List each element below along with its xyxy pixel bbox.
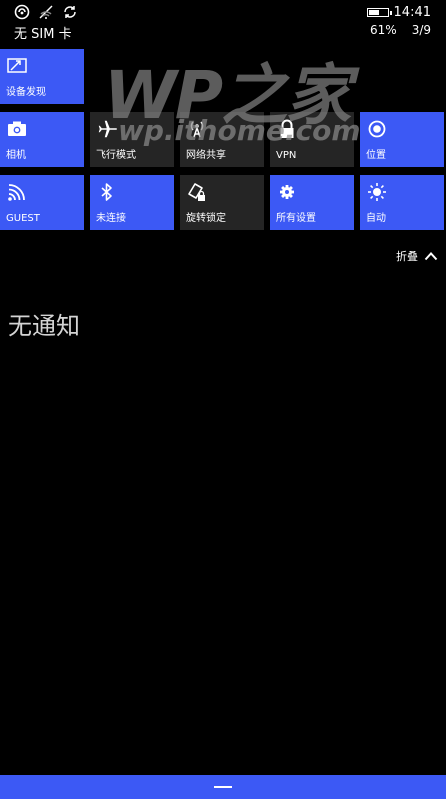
grip-icon [214, 786, 232, 788]
tile-label: VPN [276, 150, 297, 161]
clock: 14:41 [393, 5, 431, 20]
tile-wifi[interactable]: GUEST [0, 175, 84, 230]
rotation-lock-icon [186, 181, 208, 203]
tile-label: 位置 [366, 150, 386, 161]
tile-location[interactable]: 位置 [360, 112, 444, 167]
brightness-icon [366, 181, 388, 203]
hotspot-icon [186, 118, 208, 140]
project-screen-icon [6, 55, 28, 77]
bluetooth-icon [96, 181, 118, 203]
tile-internet-sharing[interactable]: 网络共享 [180, 112, 264, 167]
tile-all-settings[interactable]: 所有设置 [270, 175, 354, 230]
no-signal-icon [38, 4, 54, 20]
page-indicator: 3/9 [411, 23, 431, 37]
nfc-icon [14, 4, 30, 20]
tile-label: 所有设置 [276, 213, 316, 224]
carrier-label: 无 SIM 卡 [14, 27, 72, 42]
collapse-button[interactable]: 折叠 [396, 248, 438, 264]
battery-icon [367, 8, 392, 17]
location-icon [366, 118, 388, 140]
tile-label: 设备发现 [6, 87, 46, 98]
no-notifications-text: 无通知 [8, 312, 80, 340]
camera-icon [6, 118, 28, 140]
airplane-icon [96, 118, 118, 140]
collapse-label: 折叠 [396, 250, 418, 263]
tile-device-discovery[interactable]: 设备发现 [0, 49, 84, 104]
battery-fill [369, 10, 380, 15]
tile-camera[interactable]: 相机 [0, 112, 84, 167]
tile-rotation-lock[interactable]: 旋转锁定 [180, 175, 264, 230]
tile-label: GUEST [6, 213, 40, 224]
tile-airplane-mode[interactable]: 飞行模式 [90, 112, 174, 167]
tile-brightness[interactable]: 自动 [360, 175, 444, 230]
tile-label: 未连接 [96, 213, 126, 224]
tile-bluetooth[interactable]: 未连接 [90, 175, 174, 230]
status-bar: 无 SIM 卡 14:41 61% 3/9 [0, 0, 446, 44]
tile-label: 网络共享 [186, 150, 226, 161]
tile-label: 旋转锁定 [186, 213, 226, 224]
tile-vpn[interactable]: VPN [270, 112, 354, 167]
drag-handle-bar[interactable] [0, 775, 446, 799]
lock-icon [276, 118, 298, 140]
chevron-up-icon [424, 251, 438, 261]
tile-label: 飞行模式 [96, 150, 136, 161]
battery-percent: 61% [370, 23, 397, 37]
tile-label: 相机 [6, 150, 26, 161]
gear-icon [276, 181, 298, 203]
status-icons [14, 4, 78, 20]
wifi-icon [6, 181, 28, 203]
rotation-lock-status-icon [62, 4, 78, 20]
tile-label: 自动 [366, 213, 386, 224]
